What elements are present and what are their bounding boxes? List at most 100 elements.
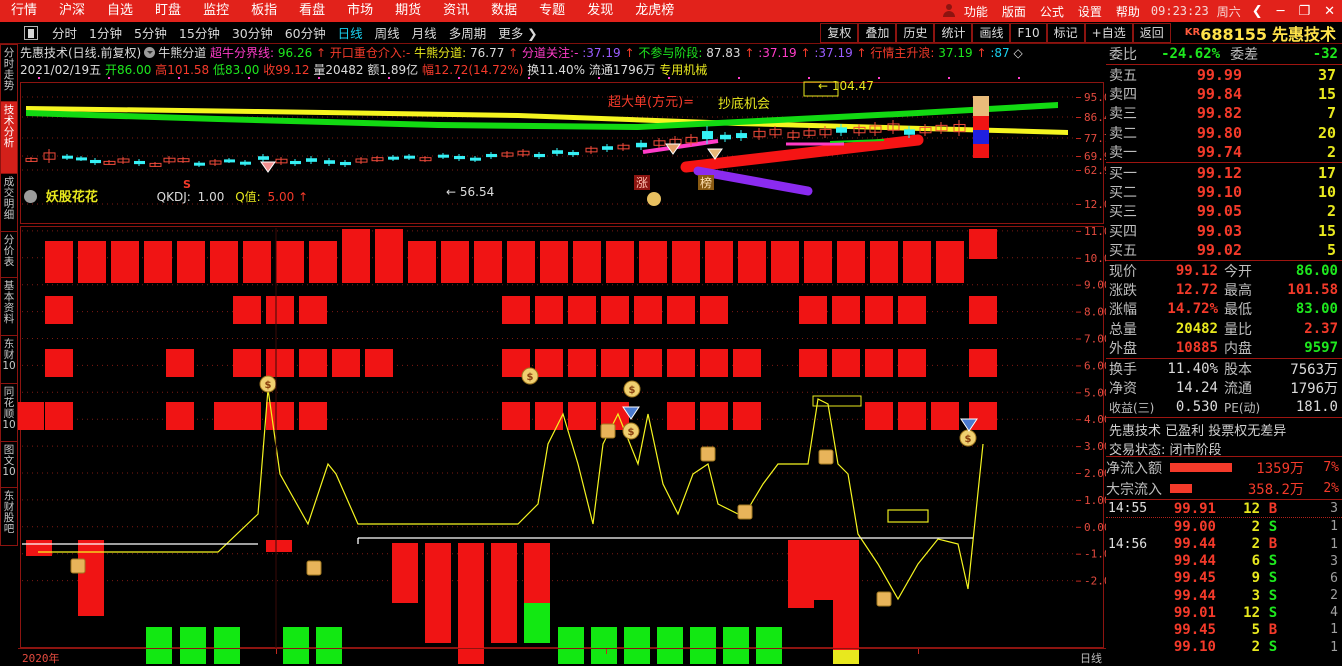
- menu-item-1[interactable]: 沪深: [48, 0, 96, 22]
- quote-value2-1: 101.58: [1287, 281, 1338, 298]
- stock-code: 688155: [1200, 24, 1267, 44]
- info1-token-9: ↑: [624, 46, 639, 60]
- info1-token-7: 分道关注:-: [522, 46, 583, 60]
- tool-叠加[interactable]: 叠加: [858, 22, 897, 43]
- tool-F10[interactable]: F10: [1010, 22, 1047, 43]
- bid-price-4: 99.02: [1196, 241, 1242, 260]
- quote-value2-2: 83.00: [1295, 301, 1338, 318]
- weekday-label: 周六: [1216, 4, 1241, 19]
- menu-item-12[interactable]: 发现: [576, 0, 624, 22]
- menu-right-item-0[interactable]: 功能: [957, 3, 995, 20]
- bid-price-1: 99.10: [1196, 183, 1242, 202]
- tool-标记[interactable]: 标记: [1046, 22, 1085, 43]
- sidebar-item-3[interactable]: 分价表: [0, 232, 18, 278]
- bid-row-3[interactable]: 买四 99.03 15: [1106, 221, 1342, 240]
- user-icon[interactable]: [941, 3, 957, 19]
- toolbar-right-buttons: 复权 叠加 历史 统计 画线 F10 标记 +自选 返回: [820, 22, 1171, 43]
- trade-status-notice: 交易状态: 闭市阶段: [1109, 443, 1222, 459]
- bid-row-0[interactable]: 买一 99.12 17: [1106, 163, 1342, 182]
- menu-item-11[interactable]: 专题: [528, 0, 576, 22]
- field-val-8: 1796万: [612, 63, 660, 77]
- indicator-dropdown-icon[interactable]: [24, 190, 37, 203]
- bid-row-2[interactable]: 买三 99.05 2: [1106, 202, 1342, 221]
- ask-label-1: 卖四: [1109, 87, 1137, 104]
- market-tag: KR: [1184, 26, 1201, 38]
- tick-row-3: 99.44 6 S 3: [1106, 553, 1342, 570]
- menu-item-7[interactable]: 市场: [336, 0, 384, 22]
- maximize-icon[interactable]: ❐: [1291, 4, 1317, 19]
- ask-row-4[interactable]: 卖一 99.74 2: [1106, 143, 1342, 162]
- period-1分钟[interactable]: 1分钟: [83, 23, 128, 42]
- ask-row-0[interactable]: 卖五 99.99 37: [1106, 65, 1342, 84]
- period-15分钟[interactable]: 15分钟: [173, 23, 226, 42]
- tool-+自选[interactable]: +自选: [1084, 22, 1133, 43]
- menu-item-8[interactable]: 期货: [384, 0, 432, 22]
- tool-统计[interactable]: 统计: [934, 22, 973, 43]
- close-icon[interactable]: ✕: [1317, 4, 1342, 19]
- tool-复权[interactable]: 复权: [820, 22, 859, 43]
- sidebar-item-1[interactable]: 技术分析: [0, 102, 18, 174]
- profit-notice: 先惠技术 已盈利 投票权无差异: [1109, 424, 1287, 440]
- sidebar-item-6[interactable]: 同花顺10: [0, 384, 18, 442]
- period-周线[interactable]: 周线: [369, 23, 406, 42]
- bid-qty-4: 5: [1326, 241, 1336, 260]
- minimize-icon[interactable]: ─: [1270, 4, 1292, 19]
- bid-price-2: 99.05: [1196, 202, 1242, 221]
- sidebar-item-8[interactable]: 东财股吧: [0, 488, 18, 546]
- field-key-3: 收: [263, 63, 276, 77]
- layout-toggle-icon[interactable]: [24, 25, 38, 40]
- tool-画线[interactable]: 画线: [972, 22, 1011, 43]
- sidebar-item-2[interactable]: 成交明细: [0, 174, 18, 232]
- ask-price-4: 99.74: [1196, 143, 1242, 162]
- info1-token-2: ↑: [316, 46, 330, 60]
- menu-item-0[interactable]: 行情: [0, 0, 48, 22]
- tool-历史[interactable]: 历史: [896, 22, 935, 43]
- qkdj-label: QKDJ:: [156, 190, 191, 204]
- bid-label-1: 买二: [1109, 185, 1137, 202]
- quote-label2-3: 量比: [1224, 321, 1252, 338]
- menu-item-13[interactable]: 龙虎榜: [624, 0, 685, 22]
- menu-item-5[interactable]: 板指: [240, 0, 288, 22]
- sidebar-item-7[interactable]: 图文10: [0, 442, 18, 488]
- tick-side-2: B: [1268, 536, 1278, 552]
- menu-right-item-4[interactable]: 帮助: [1109, 3, 1147, 20]
- bid-price-0: 99.12: [1196, 163, 1242, 182]
- q-label: Q值:: [235, 190, 261, 204]
- menu-right-item-3[interactable]: 设置: [1071, 3, 1109, 20]
- ask-row-3[interactable]: 卖二 99.80 20: [1106, 123, 1342, 142]
- tool-返回[interactable]: 返回: [1132, 22, 1171, 43]
- period-更多 ❯[interactable]: 更多 ❯: [492, 23, 543, 42]
- stock-code-box[interactable]: KR 688155 先惠技术: [1171, 21, 1342, 45]
- tick-row-4: 99.45 9 S 6: [1106, 570, 1342, 587]
- bid-row-4[interactable]: 买五 99.02 5: [1106, 241, 1342, 260]
- ask-label-3: 卖二: [1109, 125, 1137, 142]
- flow-value-1: 358.2万: [1247, 481, 1304, 498]
- menu-item-10[interactable]: 数据: [480, 0, 528, 22]
- menu-item-6[interactable]: 看盘: [288, 0, 336, 22]
- flow-label-1: 大宗流入: [1106, 481, 1162, 498]
- menu-item-4[interactable]: 监控: [192, 0, 240, 22]
- sidebar-item-0[interactable]: 分时走势: [0, 44, 18, 102]
- menu-item-2[interactable]: 自选: [96, 0, 144, 22]
- bid-row-1[interactable]: 买二 99.10 10: [1106, 182, 1342, 201]
- period-分时[interactable]: 分时: [46, 23, 83, 42]
- period-多周期[interactable]: 多周期: [443, 23, 493, 42]
- menu-right-item-2[interactable]: 公式: [1033, 3, 1071, 20]
- commission-ratio-label: 委比: [1109, 47, 1137, 63]
- menu-item-3[interactable]: 盯盘: [144, 0, 192, 22]
- ask-row-1[interactable]: 卖四 99.84 15: [1106, 84, 1342, 103]
- sidebar-item-5[interactable]: 东财10: [0, 336, 18, 384]
- menu-right-item-1[interactable]: 版面: [995, 3, 1033, 20]
- menu-item-9[interactable]: 资讯: [432, 0, 480, 22]
- sidebar-item-4[interactable]: 基本资料: [0, 278, 18, 336]
- ask-row-2[interactable]: 卖三 99.82 7: [1106, 104, 1342, 123]
- back-icon[interactable]: ❮: [1245, 4, 1270, 19]
- period-月线[interactable]: 月线: [406, 23, 443, 42]
- period-日线[interactable]: 日线: [332, 23, 369, 42]
- tick-row-8: 99.10 2 S 1: [1106, 639, 1342, 656]
- period-30分钟[interactable]: 30分钟: [226, 23, 279, 42]
- chevron-down-circle-icon[interactable]: [144, 47, 156, 58]
- period-60分钟[interactable]: 60分钟: [279, 23, 332, 42]
- period-5分钟[interactable]: 5分钟: [128, 23, 173, 42]
- tick-row-1: 99.00 2 S 1: [1106, 518, 1342, 535]
